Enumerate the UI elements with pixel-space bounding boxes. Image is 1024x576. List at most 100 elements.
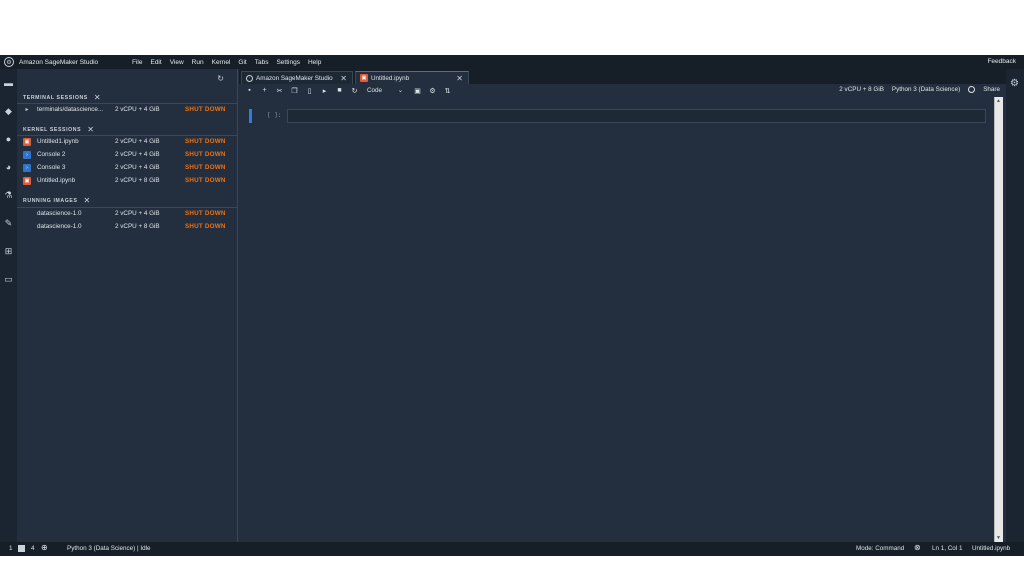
image-name: datascience-1.0: [37, 210, 82, 217]
close-tab-icon[interactable]: ✕: [456, 74, 463, 83]
menu-tabs[interactable]: Tabs: [255, 59, 269, 66]
terminal-icon[interactable]: ▣: [413, 87, 422, 95]
tab-label: Untitled.ipynb: [371, 74, 410, 82]
sagemaker-logo-icon: ⚙: [4, 57, 14, 67]
shut-down-button[interactable]: SHUT DOWN: [185, 177, 226, 184]
running-images-title: RUNNING IMAGES: [23, 197, 78, 204]
chevron-down-icon: ⌄: [397, 87, 403, 94]
session-name: terminals/datascience...: [37, 106, 104, 113]
wrench-icon[interactable]: ✎: [3, 218, 14, 229]
running-sessions-panel: ↻ TERMINAL SESSIONS ✕ ▸ terminals/datasc…: [17, 69, 238, 542]
scroll-down-icon[interactable]: ▼: [996, 535, 1001, 541]
shut-down-button[interactable]: SHUT DOWN: [185, 210, 226, 217]
tabs-icon[interactable]: ▭: [3, 274, 14, 285]
code-cell-input[interactable]: [287, 109, 986, 123]
property-inspector-gear-icon[interactable]: ⚙: [1010, 78, 1019, 89]
cell-prompt: [ ]:: [267, 112, 282, 119]
terminal-session-row[interactable]: ▸ terminals/datascience... 2 vCPU + 4 Gi…: [17, 104, 237, 117]
image-resources: 2 vCPU + 4 GiB: [115, 210, 160, 217]
network-icon[interactable]: ⊞: [3, 246, 14, 257]
stop-icon[interactable]: ■: [335, 87, 344, 94]
tab-launcher[interactable]: · Amazon SageMaker Studio ✕: [241, 71, 353, 84]
kernel-session-row[interactable]: › Console 3 2 vCPU + 4 GiB SHUT DOWN: [17, 162, 237, 175]
session-resources: 2 vCPU + 4 GiB: [115, 164, 160, 171]
shut-down-button[interactable]: SHUT DOWN: [185, 138, 226, 145]
feedback-link[interactable]: Feedback: [987, 58, 1016, 65]
menu-edit[interactable]: Edit: [150, 59, 161, 66]
running-images-header: RUNNING IMAGES ✕: [23, 196, 91, 205]
tab-untitled-ipynb[interactable]: ▣ Untitled.ipynb ✕: [355, 71, 469, 84]
kernel-name[interactable]: Python 3 (Data Science): [892, 86, 960, 93]
instance-type[interactable]: 2 vCPU + 8 GiB: [839, 86, 884, 93]
kernel-sessions-title: KERNEL SESSIONS: [23, 126, 82, 133]
menu-run[interactable]: Run: [192, 59, 204, 66]
kernel-status[interactable]: Python 3 (Data Science) | Idle: [67, 545, 151, 552]
settings-gear-icon[interactable]: ⚙: [428, 87, 437, 95]
menu-list: File Edit View Run Kernel Git Tabs Setti…: [132, 55, 329, 69]
kernel-sessions-header: KERNEL SESSIONS ✕: [23, 125, 95, 134]
mode-indicator[interactable]: Mode: Command: [856, 545, 904, 552]
experiments-flask-icon[interactable]: ⚗: [3, 190, 14, 201]
kernel-session-row[interactable]: ▣ Untitled.ipynb 2 vCPU + 8 GiB SHUT DOW…: [17, 175, 237, 188]
scroll-up-icon[interactable]: ▲: [996, 98, 1001, 104]
menu-kernel[interactable]: Kernel: [212, 59, 231, 66]
console-icon: ›: [23, 151, 31, 159]
sagemaker-logo-icon: ·: [246, 74, 253, 82]
tab-bar: · Amazon SageMaker Studio ✕ ▣ Untitled.i…: [239, 69, 1006, 84]
kernel-session-row[interactable]: › Console 2 2 vCPU + 4 GiB SHUT DOWN: [17, 149, 237, 162]
count-kernels[interactable]: 4: [31, 545, 35, 552]
shut-down-button[interactable]: SHUT DOWN: [185, 106, 226, 113]
globe-icon[interactable]: ⊕: [41, 543, 48, 552]
session-resources: 2 vCPU + 4 GiB: [115, 106, 160, 113]
cursor-position[interactable]: Ln 1, Col 1: [932, 545, 962, 552]
share-button[interactable]: Share: [983, 86, 1000, 93]
notebook-icon: ▣: [23, 177, 31, 185]
shut-down-button[interactable]: SHUT DOWN: [185, 164, 226, 171]
menu-help[interactable]: Help: [308, 59, 321, 66]
cell-type-select[interactable]: Code ⌄: [367, 87, 403, 94]
cut-icon[interactable]: ✂: [275, 87, 284, 95]
kernel-session-row[interactable]: ▣ Untitled1.ipynb 2 vCPU + 4 GiB SHUT DO…: [17, 136, 237, 149]
session-resources: 2 vCPU + 4 GiB: [115, 138, 160, 145]
shield-icon[interactable]: ⊗: [914, 543, 921, 552]
refresh-icon[interactable]: ↻: [217, 74, 224, 83]
running-sessions-icon[interactable]: ●: [3, 134, 14, 145]
terminal-sessions-title: TERMINAL SESSIONS: [23, 94, 88, 101]
shut-down-button[interactable]: SHUT DOWN: [185, 151, 226, 158]
git-icon[interactable]: ◆: [3, 106, 14, 117]
image-name: datascience-1.0: [37, 223, 82, 230]
cell-type-value: Code: [367, 87, 383, 94]
console-icon: ›: [23, 164, 31, 172]
activity-bar: ▬ ◆ ● ◕ ⚗ ✎ ⊞ ▭: [0, 69, 17, 542]
save-icon[interactable]: ▪: [245, 87, 254, 94]
kernel-info: 2 vCPU + 8 GiB Python 3 (Data Science) S…: [831, 86, 1000, 93]
editor-area: · Amazon SageMaker Studio ✕ ▣ Untitled.i…: [239, 69, 1006, 542]
terminal-status-icon: [18, 545, 25, 552]
close-tab-icon[interactable]: ✕: [340, 74, 347, 83]
add-cell-icon[interactable]: +: [260, 87, 269, 94]
paste-icon[interactable]: ▯: [305, 87, 314, 95]
notebook-toolbar: ▪ + ✂ ❐ ▯ ▸ ■ ↻ Code ⌄ ▣ ⚙ ⇅ 2 vCPU + 8 …: [239, 84, 1006, 97]
terminal-icon: ▸: [25, 107, 29, 113]
close-running-images-icon[interactable]: ✕: [84, 196, 91, 205]
close-terminal-sessions-icon[interactable]: ✕: [94, 93, 101, 102]
folder-icon[interactable]: ▬: [3, 78, 14, 89]
running-image-row[interactable]: datascience-1.0 2 vCPU + 4 GiB SHUT DOWN: [17, 208, 237, 221]
sagemaker-studio-window: ⚙ Amazon SageMaker Studio File Edit View…: [0, 55, 1024, 556]
running-image-row[interactable]: datascience-1.0 2 vCPU + 8 GiB SHUT DOWN: [17, 221, 237, 234]
git-diff-icon[interactable]: ⇅: [443, 87, 452, 95]
vertical-scrollbar[interactable]: ▲ ▼: [994, 97, 1003, 542]
close-kernel-sessions-icon[interactable]: ✕: [87, 125, 94, 134]
count-terminals[interactable]: 1: [9, 545, 13, 552]
run-icon[interactable]: ▸: [320, 87, 329, 95]
menu-file[interactable]: File: [132, 59, 142, 66]
shut-down-button[interactable]: SHUT DOWN: [185, 223, 226, 230]
menu-git[interactable]: Git: [238, 59, 246, 66]
session-name: Console 3: [37, 164, 66, 171]
copy-icon[interactable]: ❐: [290, 87, 299, 95]
restart-icon[interactable]: ↻: [350, 87, 359, 95]
menu-view[interactable]: View: [170, 59, 184, 66]
menu-settings[interactable]: Settings: [276, 59, 300, 66]
palette-icon[interactable]: ◕: [3, 162, 14, 173]
image-resources: 2 vCPU + 8 GiB: [115, 223, 160, 230]
